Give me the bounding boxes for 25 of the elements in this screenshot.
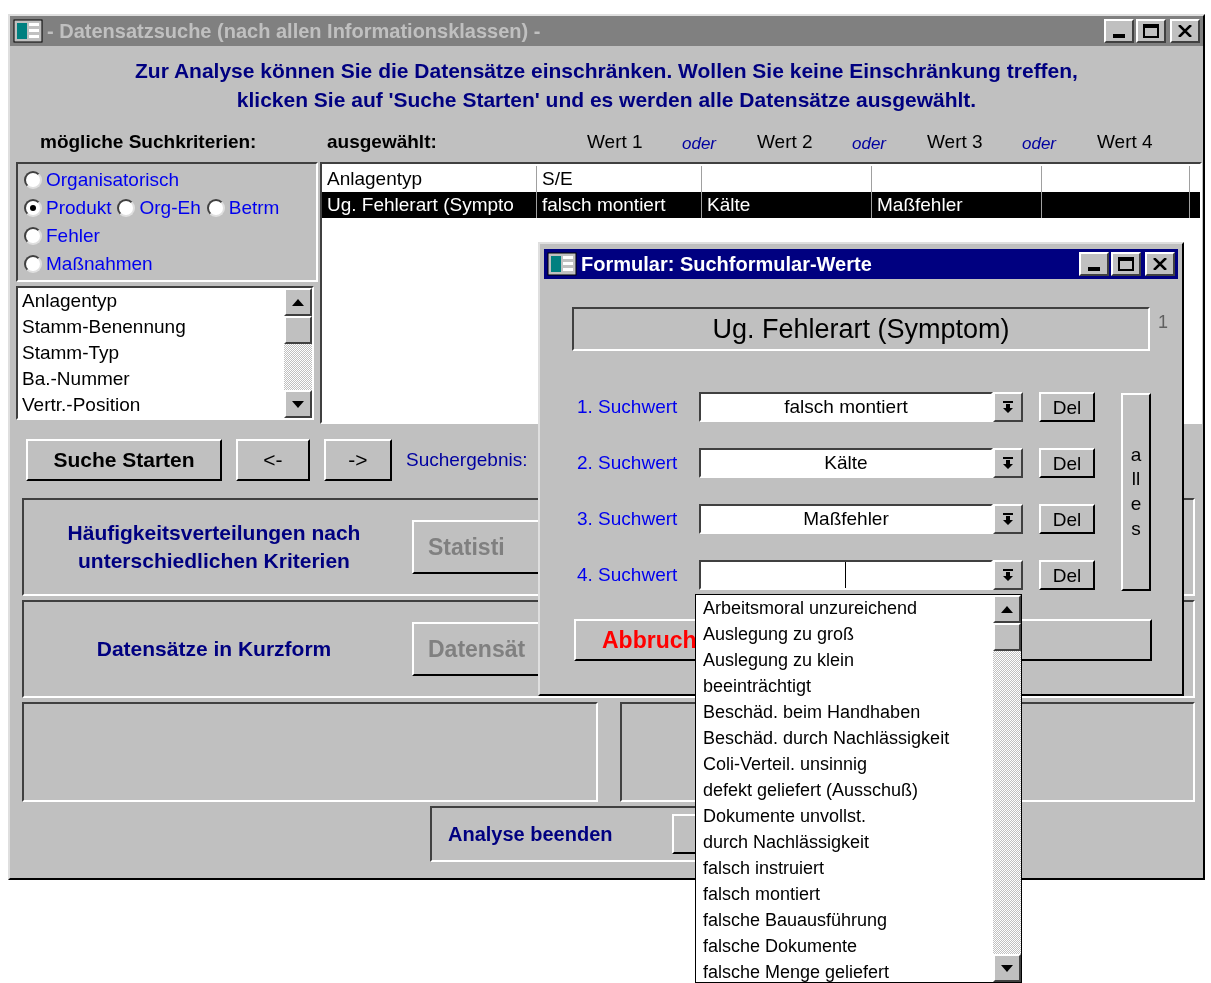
search-value-label: 1. Suchwert xyxy=(577,394,679,419)
column-header: Wert 1 xyxy=(587,129,644,154)
finish-label: Analyse beenden xyxy=(448,822,614,847)
table-cell: Ug. Fehlerart (Sympto xyxy=(322,192,537,218)
criteria-label: mögliche Suchkriterien: xyxy=(40,129,258,154)
column-header: Wert 4 xyxy=(1097,129,1154,154)
connector-label: oder xyxy=(1022,132,1058,155)
connector-label: oder xyxy=(682,132,718,155)
selected-label: ausgewählt: xyxy=(327,129,438,154)
panel-text: Häufigkeitsverteilungen nach unterschiedlichen Kriterien xyxy=(66,520,362,574)
column-header: Wert 2 xyxy=(757,129,814,154)
instruction-text: klicken Sie auf 'Suche Starten' und es werden alle Datensätze ausgewählt. xyxy=(236,87,977,113)
record-counter: 1 xyxy=(1158,311,1168,334)
table-cell: Maßfehler xyxy=(872,192,1042,218)
result-label: Suchergebnis: xyxy=(406,447,528,472)
window-title: - Datensatzsuche (nach allen Informationsklassen) - xyxy=(47,19,541,44)
instruction-text: Zur Analyse können Sie die Datensätze einschränken. Wollen Sie keine Einschränkung treffen, xyxy=(135,58,1078,84)
field-name-box: Ug. Fehlerart (Symptom) xyxy=(572,307,1150,351)
table-cell: Kälte xyxy=(702,192,872,218)
search-value-label: 2. Suchwert xyxy=(577,450,679,475)
window-title: Formular: Suchformular-Werte xyxy=(581,252,872,277)
panel-text: Datensätze in Kurzform xyxy=(95,636,333,662)
connector-label: oder xyxy=(852,132,888,155)
table-cell: falsch montiert xyxy=(537,192,702,218)
column-header: Wert 3 xyxy=(927,129,984,154)
